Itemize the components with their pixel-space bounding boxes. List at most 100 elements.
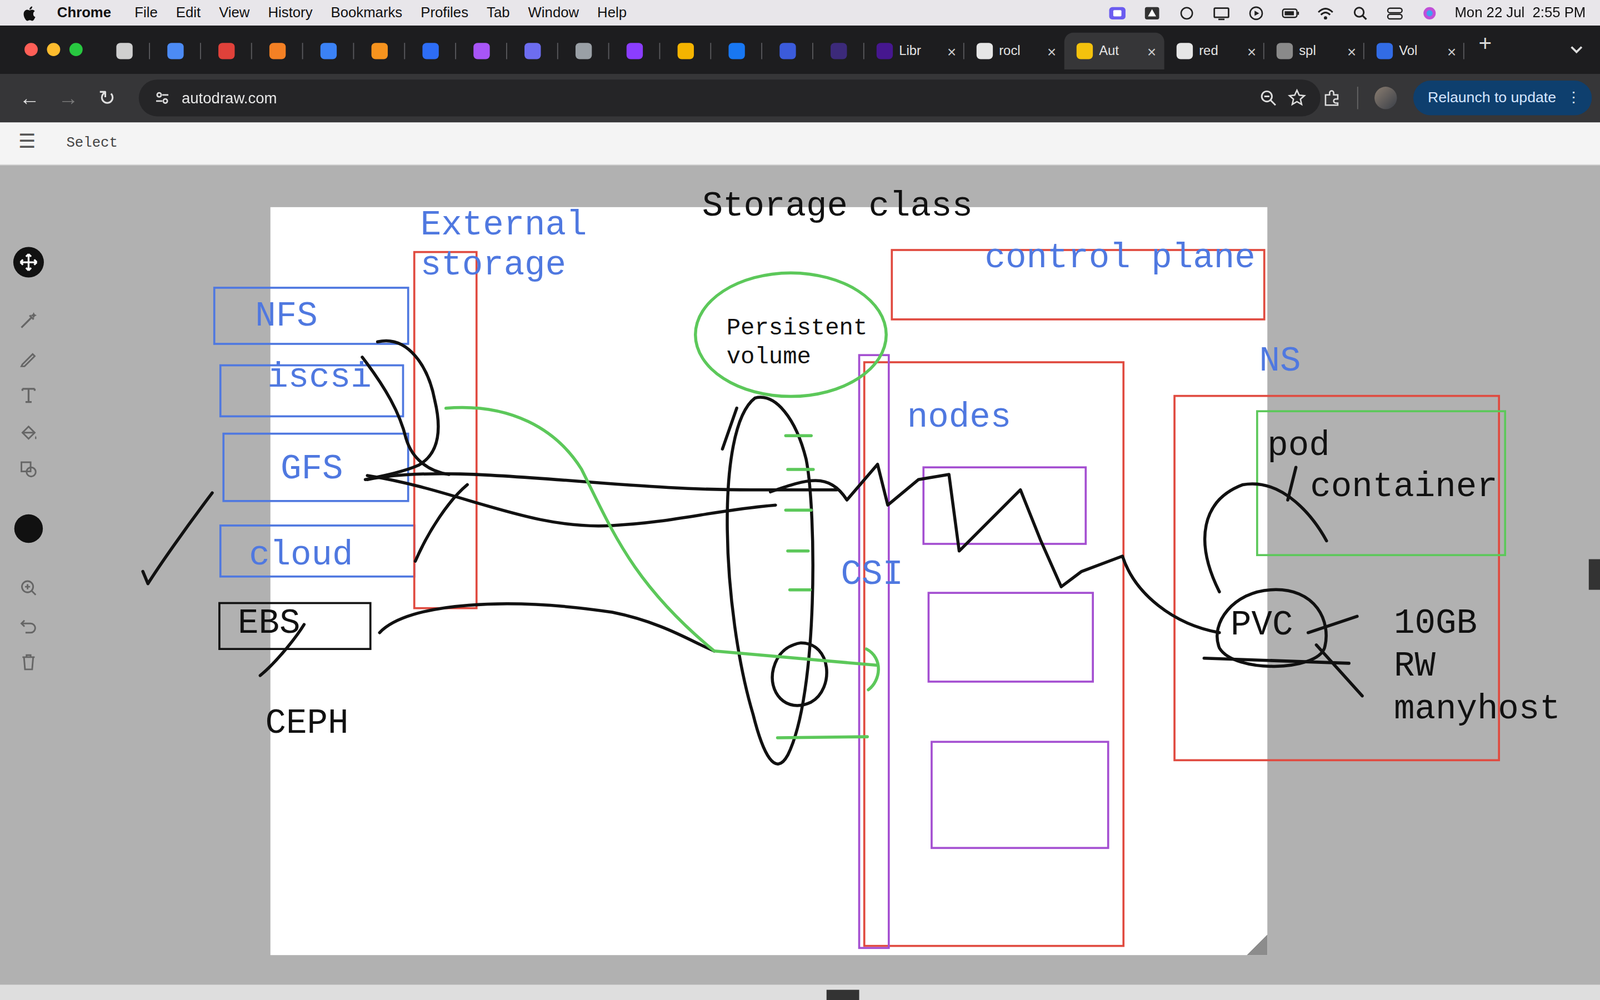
menu-item[interactable]: Edit [166,2,210,24]
browser-tab[interactable] [813,32,865,70]
stroke[interactable] [722,408,737,449]
stroke[interactable] [785,435,814,590]
forward-button[interactable]: → [48,79,88,117]
stroke[interactable] [1308,616,1358,633]
search-icon[interactable] [1350,5,1369,20]
stroke[interactable] [379,603,714,652]
display-icon[interactable] [1211,5,1230,20]
stroke[interactable] [1316,645,1363,697]
stroke[interactable] [142,492,213,584]
address-bar[interactable]: autodraw.com [138,79,1321,117]
browser-tab[interactable] [558,32,610,70]
browser-tab[interactable] [405,32,457,70]
siri-icon[interactable] [1420,5,1439,20]
stroke[interactable] [777,736,868,738]
diagram-label[interactable]: control plane [984,238,1255,279]
color-swatch[interactable] [14,514,43,543]
browser-tab[interactable]: Aut× [1064,32,1165,70]
diagram-label[interactable]: Storage class [702,186,973,227]
browser-tab[interactable]: Vol× [1364,32,1465,70]
stroke[interactable] [1287,467,1297,500]
diagram-label[interactable]: cloud [248,535,353,576]
diagram-label[interactable]: CSI [840,555,903,595]
stroke[interactable] [367,475,776,527]
diagram-label[interactable]: Persistent volume [726,315,868,372]
diagram-label[interactable]: pod [1267,426,1330,467]
wifi-icon[interactable] [1316,5,1335,20]
type-tool-button[interactable] [13,379,44,410]
tab-search-icon[interactable] [1567,40,1586,59]
menu-item[interactable]: Window [518,2,589,24]
browser-tab[interactable] [303,32,355,70]
browser-tab[interactable] [201,32,253,70]
stroke[interactable] [365,341,439,480]
battery-icon[interactable] [1281,5,1300,20]
browser-tab[interactable] [609,32,661,70]
circle-icon[interactable] [1177,5,1196,20]
tab-close-button[interactable]: × [1447,43,1457,59]
stroke[interactable] [1217,589,1327,667]
tab-close-button[interactable]: × [1247,43,1257,59]
stroke[interactable] [727,397,813,764]
stroke[interactable] [866,648,879,690]
menu-item[interactable]: File [125,2,168,24]
menu-item[interactable]: Bookmarks [321,2,412,24]
stroke[interactable] [1205,483,1327,592]
tab-close-button[interactable]: × [1347,43,1357,59]
move-tool-button[interactable] [13,246,44,278]
menu-button[interactable]: ☰ [18,133,36,154]
profile-avatar[interactable] [1375,86,1398,109]
play-icon[interactable] [1246,5,1265,20]
site-info-icon[interactable] [153,88,172,108]
undo-tool-button[interactable] [13,609,44,640]
zoom-tool-button[interactable] [13,572,44,603]
extensions-icon[interactable] [1322,88,1342,108]
diagram-box[interactable] [858,353,890,949]
stroke[interactable] [362,357,449,475]
browser-tab[interactable]: Libr× [864,32,965,70]
drive-icon[interactable] [1142,5,1161,20]
stroke[interactable] [415,484,468,562]
relaunch-button[interactable]: Relaunch to update⋮ [1413,80,1592,115]
diagram-label[interactable]: GFS [280,450,343,490]
browser-tab[interactable] [98,32,150,70]
tab-close-button[interactable]: × [1147,43,1157,59]
menu-item[interactable]: Help [588,2,637,24]
address-text[interactable]: autodraw.com [181,86,1249,110]
diagram-box[interactable] [927,591,1094,683]
diagram-label[interactable]: PVC [1230,606,1293,647]
delete-tool-button[interactable] [13,646,44,678]
browser-tab[interactable] [711,32,763,70]
resize-corner[interactable] [1246,934,1268,955]
diagram-label[interactable]: CEPH [265,703,349,744]
diagram-label[interactable]: NS [1259,341,1302,382]
diagram-label[interactable]: iscsi [267,358,372,399]
back-button[interactable]: ← [10,79,49,117]
browser-tab[interactable] [762,32,814,70]
control-center-icon[interactable] [1385,5,1404,20]
screen-mirror-icon[interactable] [1107,5,1127,20]
diagram-box[interactable] [413,251,478,610]
zoom-window-button[interactable] [69,42,83,57]
horizontal-scrollbar[interactable] [0,984,1600,1000]
fill-tool-button[interactable] [13,416,44,448]
freehand-strokes[interactable] [0,165,1600,985]
diagram-label[interactable]: EBS [237,603,300,644]
diagram-label[interactable]: NFS [255,296,318,337]
browser-tab[interactable] [252,32,304,70]
browser-tab[interactable] [456,32,508,70]
draw-tool-button[interactable] [13,342,44,373]
vertical-scrollbar[interactable] [1588,559,1600,590]
new-tab-button[interactable]: + [1478,32,1492,55]
canvas-area[interactable]: Storage classExternal storagecontrol pla… [0,165,1600,985]
diagram-label[interactable]: container [1310,467,1498,508]
menu-item[interactable]: Profiles [411,2,478,24]
diagram-box[interactable] [930,740,1109,849]
autodraw-tool-button[interactable] [13,305,44,336]
browser-tab[interactable] [353,32,405,70]
tab-close-button[interactable]: × [1047,43,1057,59]
browser-tab[interactable] [507,32,559,70]
tab-close-button[interactable]: × [947,43,957,59]
stroke[interactable] [367,473,837,490]
minimize-window-button[interactable] [46,42,60,57]
